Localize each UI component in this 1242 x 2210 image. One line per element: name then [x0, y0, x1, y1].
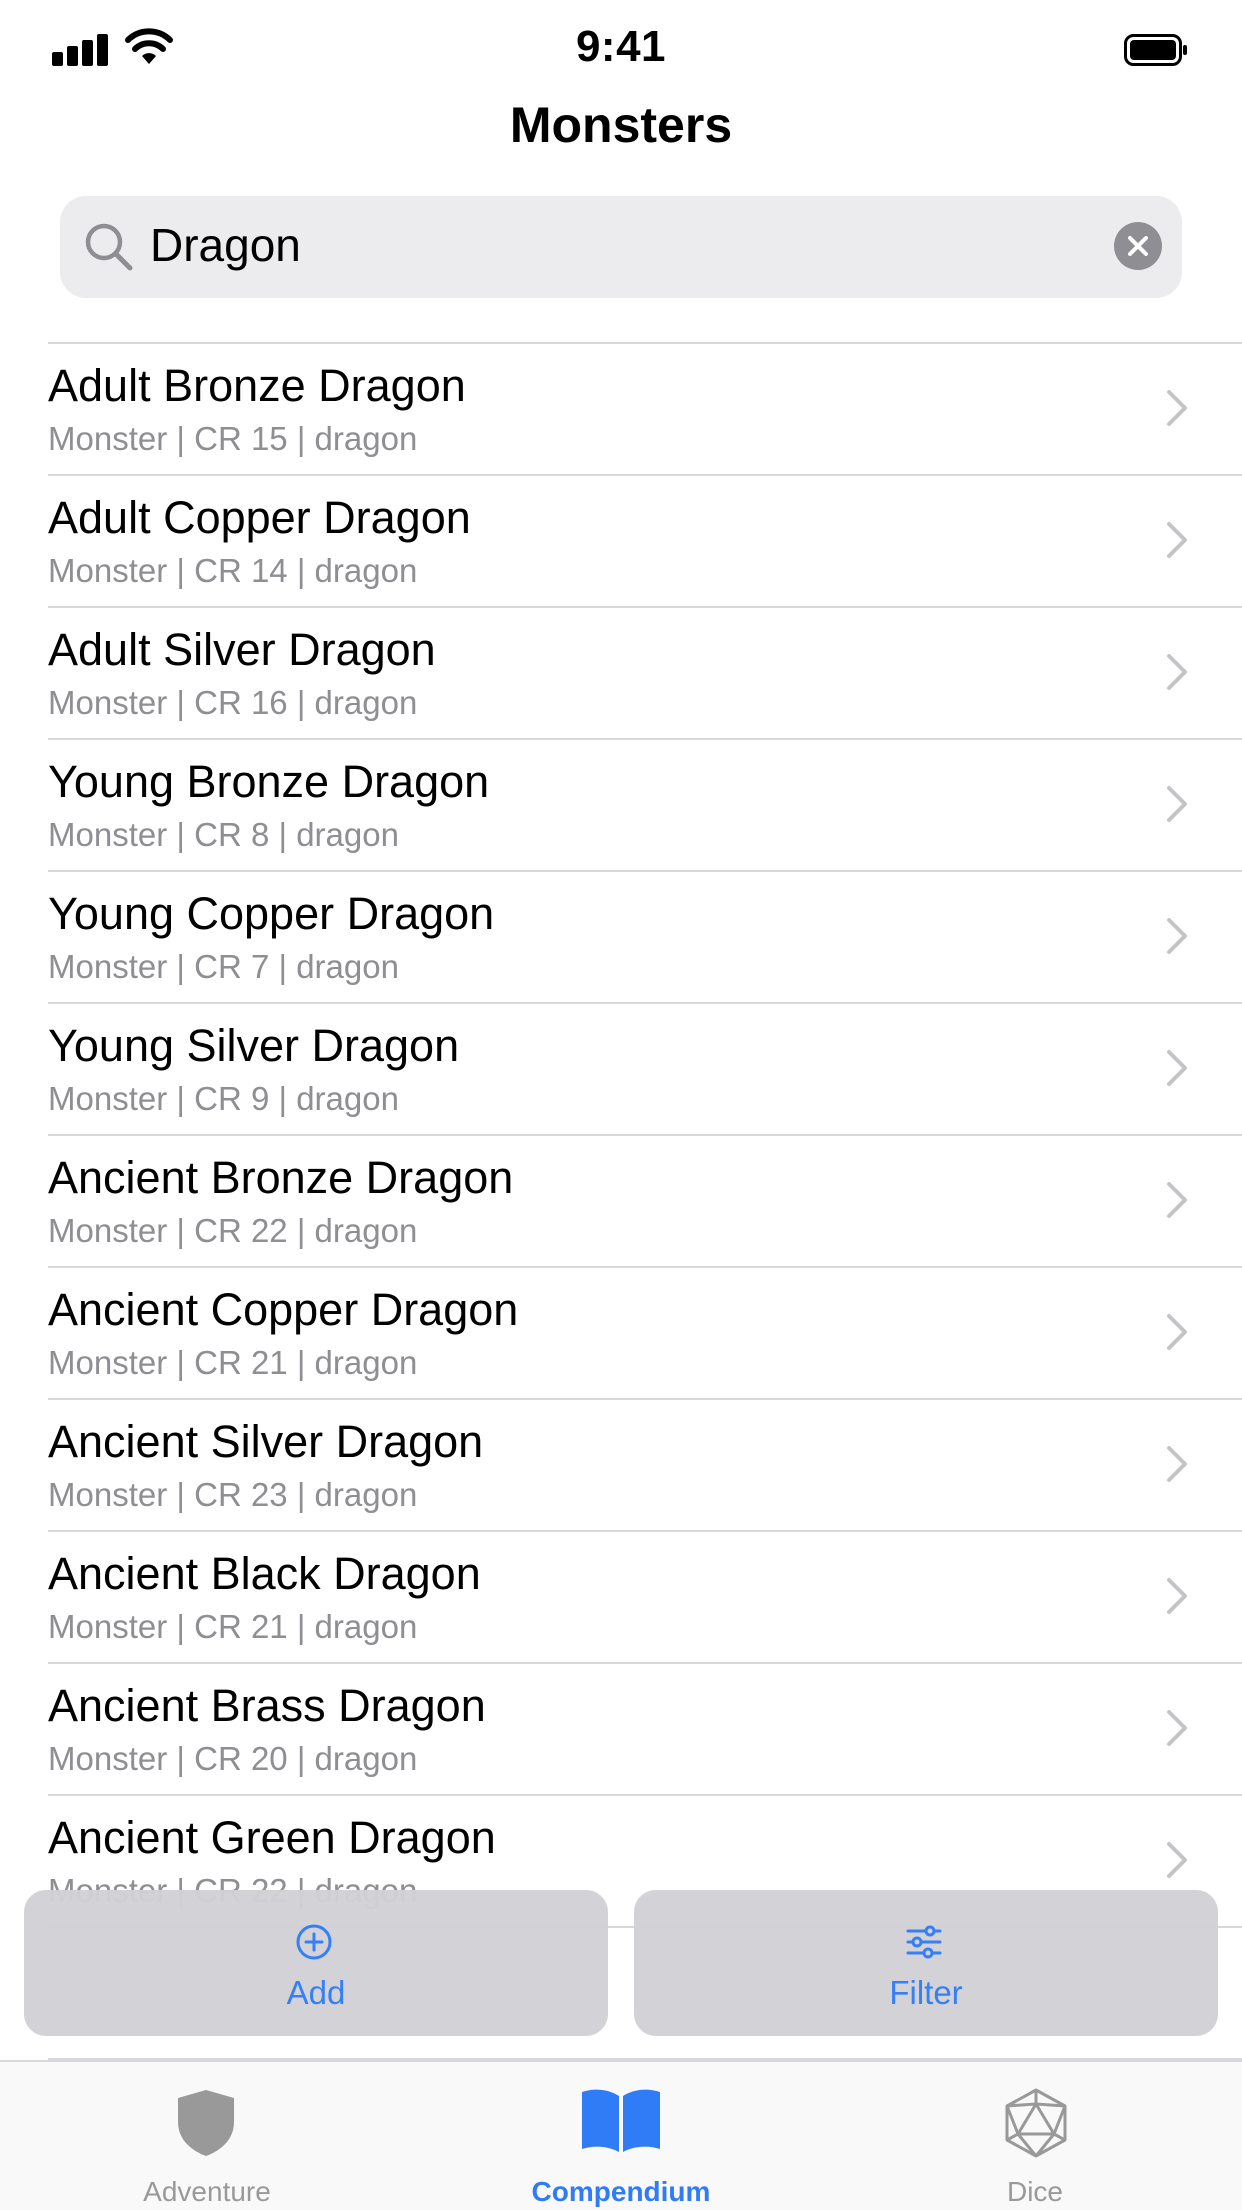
add-button-label: Add: [286, 1974, 346, 2011]
list-item-title: Ancient Black Dragon: [48, 1548, 481, 1599]
monster-list[interactable]: Adult Bronze Dragon Monster | CR 15 | dr…: [48, 342, 1242, 2084]
clear-search-button[interactable]: [1114, 222, 1162, 270]
filter-button-label: Filter: [889, 1974, 963, 2011]
tab-compendium[interactable]: Compendium: [414, 2062, 828, 2210]
page-title: Monsters: [509, 97, 733, 153]
list-item-subtitle: Monster | CR 21 | dragon: [48, 1608, 418, 1645]
chevron-right-icon: [1167, 786, 1187, 822]
tab-dice[interactable]: Dice: [828, 2062, 1242, 2210]
filter-button[interactable]: Filter: [634, 1890, 1218, 2036]
close-icon: [1128, 236, 1148, 256]
shield-icon: [178, 2090, 234, 2156]
list-item-title: Adult Silver Dragon: [48, 624, 436, 675]
chevron-right-icon: [1167, 1050, 1187, 1086]
chevron-right-icon: [1167, 1182, 1187, 1218]
sliders-icon: [906, 1925, 942, 1959]
chevron-right-icon: [1167, 1842, 1187, 1878]
list-item-title: Ancient Silver Dragon: [48, 1416, 484, 1467]
chevron-right-icon: [1167, 918, 1187, 954]
list-item[interactable]: Young Bronze Dragon Monster | CR 8 | dra…: [48, 740, 1242, 872]
list-item[interactable]: Adult Bronze Dragon Monster | CR 15 | dr…: [48, 344, 1242, 476]
chevron-right-icon: [1167, 1710, 1187, 1746]
list-item-subtitle: Monster | CR 22 | dragon: [48, 1212, 418, 1249]
search-input[interactable]: Dragon: [150, 218, 301, 272]
list-item-title: Adult Bronze Dragon: [48, 360, 466, 411]
list-item-subtitle: Monster | CR 9 | dragon: [48, 1080, 399, 1117]
list-item-subtitle: Monster | CR 8 | dragon: [48, 816, 399, 853]
chevron-right-icon: [1167, 1446, 1187, 1482]
tab-label: Dice: [1006, 2176, 1063, 2207]
list-item[interactable]: Ancient Bronze Dragon Monster | CR 22 | …: [48, 1136, 1242, 1268]
tab-bar: Adventure Compendium Dice: [0, 2060, 1242, 2210]
list-item-subtitle: Monster | CR 20 | dragon: [48, 1740, 418, 1777]
battery-icon: [1124, 34, 1187, 66]
list-item[interactable]: Adult Silver Dragon Monster | CR 16 | dr…: [48, 608, 1242, 740]
list-item-title: Adult Copper Dragon: [48, 492, 471, 543]
list-item-title: Young Silver Dragon: [48, 1020, 460, 1071]
d20-icon: [1005, 2088, 1067, 2158]
list-item-subtitle: Monster | CR 21 | dragon: [48, 1344, 418, 1381]
list-item-subtitle: Monster | CR 16 | dragon: [48, 684, 418, 721]
list-item[interactable]: Adult Copper Dragon Monster | CR 14 | dr…: [48, 476, 1242, 608]
list-item-title: Young Copper Dragon: [48, 888, 495, 939]
tab-label: Compendium: [531, 2176, 711, 2207]
list-item-title: Ancient Green Dragon: [48, 1812, 496, 1863]
book-icon: [582, 2089, 660, 2152]
search-field[interactable]: Dragon: [60, 196, 1182, 298]
status-time: 9:41: [575, 22, 667, 71]
tab-adventure[interactable]: Adventure: [0, 2062, 414, 2210]
list-item[interactable]: Young Silver Dragon Monster | CR 9 | dra…: [48, 1004, 1242, 1136]
list-item[interactable]: Ancient Silver Dragon Monster | CR 23 | …: [48, 1400, 1242, 1532]
list-item-subtitle: Monster | CR 15 | dragon: [48, 420, 418, 457]
list-item-subtitle: Monster | CR 23 | dragon: [48, 1476, 418, 1513]
chevron-right-icon: [1167, 522, 1187, 558]
list-item[interactable]: Ancient Copper Dragon Monster | CR 21 | …: [48, 1268, 1242, 1400]
list-item[interactable]: Ancient Black Dragon Monster | CR 21 | d…: [48, 1532, 1242, 1664]
tab-label: Adventure: [143, 2176, 271, 2207]
chevron-right-icon: [1167, 390, 1187, 426]
chevron-right-icon: [1167, 654, 1187, 690]
list-item-title: Ancient Brass Dragon: [48, 1680, 486, 1731]
add-button[interactable]: Add: [24, 1890, 608, 2036]
status-bar: 9:41: [0, 0, 1242, 100]
list-item[interactable]: Young Copper Dragon Monster | CR 7 | dra…: [48, 872, 1242, 1004]
search-icon: [85, 223, 133, 271]
list-item-subtitle: Monster | CR 14 | dragon: [48, 552, 418, 589]
chevron-right-icon: [1167, 1578, 1187, 1614]
list-item[interactable]: Ancient Brass Dragon Monster | CR 20 | d…: [48, 1664, 1242, 1796]
list-item-title: Young Bronze Dragon: [48, 756, 490, 807]
plus-circle-icon: [296, 1924, 332, 1960]
chevron-right-icon: [1167, 1314, 1187, 1350]
list-item-title: Ancient Copper Dragon: [48, 1284, 519, 1335]
list-item-title: Ancient Bronze Dragon: [48, 1152, 514, 1203]
list-item-subtitle: Monster | CR 7 | dragon: [48, 948, 399, 985]
